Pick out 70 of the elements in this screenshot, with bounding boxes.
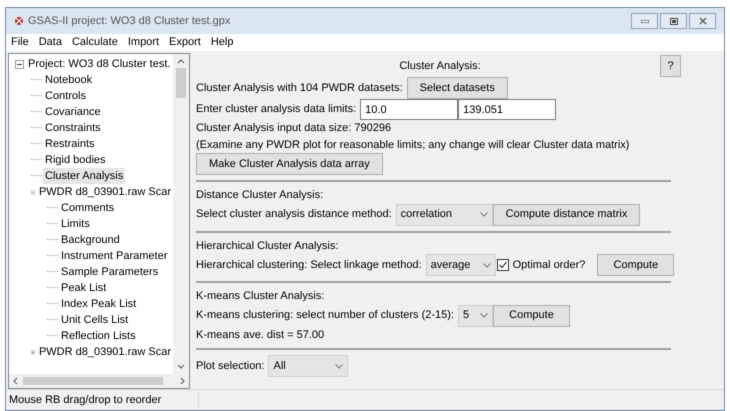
distance-method-dropdown[interactable]: correlation (396, 204, 493, 226)
compute-button[interactable]: Compute (597, 254, 674, 276)
tree-item[interactable]: Index Peak List (59, 296, 138, 312)
chevron-down-icon (335, 364, 344, 368)
tree-item[interactable]: Cluster Analysis (43, 168, 126, 184)
tree-item[interactable]: Instrument Parameter (59, 248, 170, 264)
status-text: Mouse RB drag/drop to reorder (9, 392, 199, 408)
tree-item[interactable]: Notebook (43, 72, 94, 88)
datasets-label: Cluster Analysis with 104 PWDR datasets: (196, 80, 403, 96)
tree-item[interactable]: Unit Cells List (59, 312, 130, 328)
tree-item[interactable]: Covariance (43, 104, 103, 120)
tree-item[interactable]: Limits (59, 216, 92, 232)
cluster-count-label: K-means clustering: select number of clusters (2-15): (196, 308, 454, 324)
compute-button[interactable]: Compute (493, 304, 570, 326)
select-datasets-button[interactable]: Select datasets (406, 77, 508, 99)
horizontal-scrollbar[interactable] (9, 374, 189, 388)
plot-selection-label: Plot selection: (196, 358, 264, 374)
minimize-button[interactable] (631, 13, 658, 29)
chevron-down-icon (480, 212, 488, 217)
menu-item[interactable]: Import (128, 34, 160, 51)
logo-icon (14, 16, 24, 26)
maximize-button[interactable] (660, 13, 687, 29)
lower-limit-field[interactable]: 10.0 (360, 99, 458, 120)
tree-item[interactable]: PWDR d8_03901.raw Scar (36, 184, 173, 200)
close-icon (698, 17, 706, 25)
menu-item[interactable]: Export (169, 34, 201, 51)
chevron-down-icon (480, 313, 488, 318)
optimal-order-checkbox[interactable]: Optimal order? (496, 256, 586, 274)
section-heading: Distance Cluster Analysis: (196, 188, 324, 203)
section-heading: K-means Cluster Analysis: (196, 289, 324, 304)
menu-item[interactable]: File (11, 34, 29, 51)
tree-item[interactable]: Sample Parameters (59, 264, 160, 280)
tree-item[interactable]: Reflection Lists (59, 328, 138, 344)
make-array-button[interactable]: Make Cluster Analysis data array (196, 153, 383, 175)
help-button[interactable]: ? (660, 55, 681, 77)
scrollbar-thumb[interactable] (176, 68, 186, 98)
tree-item[interactable]: Constraints (43, 120, 103, 136)
panel-title: Cluster Analysis: (399, 58, 481, 74)
close-button[interactable] (689, 13, 716, 29)
restore-icon (670, 18, 678, 24)
tree-item[interactable]: Comments (59, 200, 116, 216)
window-title: GSAS-II project: WO3 d8 Cluster test.gpx (28, 14, 230, 29)
compute-distance-button[interactable]: Compute distance matrix (492, 204, 640, 226)
collapse-icon[interactable] (15, 60, 24, 68)
limits-label: Enter cluster analysis data limits: (196, 102, 356, 118)
section-heading: Hierarchical Cluster Analysis: (196, 238, 338, 254)
kmeans-result-text: K-means ave. dist = 57.00 (196, 328, 324, 342)
expand-icon[interactable] (31, 348, 35, 356)
tree-item[interactable]: Rigid bodies (43, 152, 108, 168)
tree-item[interactable]: Controls (43, 88, 88, 104)
data-size-text: Cluster Analysis input data size: 790296 (196, 121, 392, 136)
tree-item[interactable]: PWDR d8_03901.raw Scar (36, 344, 173, 360)
linkage-method-label: Hierarchical clustering: Select linkage method: (196, 258, 422, 273)
menu-item[interactable]: Calculate (72, 34, 118, 51)
cluster-count-dropdown[interactable]: 5 (458, 304, 493, 326)
tree-item[interactable]: Background (59, 232, 122, 248)
minimize-icon (640, 20, 648, 22)
vertical-scrollbar[interactable] (173, 54, 189, 374)
upper-limit-field[interactable]: 139.051 (458, 99, 556, 120)
plot-selection-dropdown[interactable]: All (268, 355, 348, 377)
chevron-down-icon (482, 262, 491, 268)
menu-item[interactable]: Data (38, 34, 62, 51)
scrollbar-thumb[interactable] (23, 377, 163, 385)
menu-item[interactable]: Help (210, 34, 234, 51)
tree-item[interactable]: Peak List (59, 280, 108, 296)
distance-method-label: Select cluster analysis distance method: (196, 207, 392, 222)
tree-item[interactable]: Restraints (43, 136, 97, 152)
limits-note: (Examine any PWDR plot for reasonable limits; any change will clear Cluster data matrix) (196, 138, 630, 152)
linkage-method-dropdown[interactable]: average (426, 254, 496, 276)
tree-item[interactable]: Project: WO3 d8 Cluster test. (26, 56, 172, 72)
